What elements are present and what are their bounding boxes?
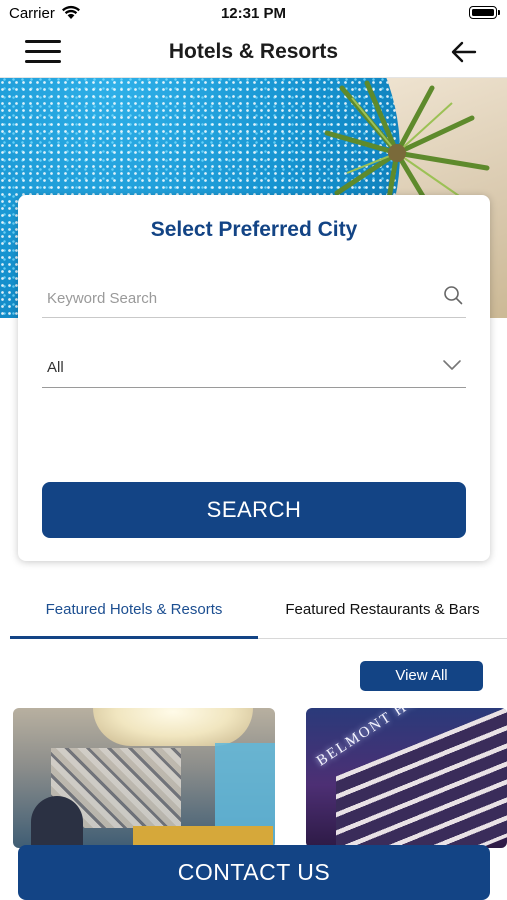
chandelier	[93, 708, 253, 746]
search-icon[interactable]	[443, 285, 463, 305]
featured-tabs: Featured Hotels & Resorts Featured Resta…	[0, 590, 507, 642]
tab-featured-hotels[interactable]: Featured Hotels & Resorts	[10, 590, 258, 638]
keyword-search-field	[42, 278, 466, 318]
search-card: Select Preferred City All SEARCH	[18, 195, 490, 561]
lobby-chair	[31, 796, 83, 848]
featured-hotel-card[interactable]	[13, 708, 275, 848]
chevron-down-icon	[442, 358, 462, 370]
view-all-button[interactable]: View All	[360, 661, 483, 691]
search-card-title: Select Preferred City	[150, 218, 358, 241]
arrow-left-icon[interactable]	[451, 40, 477, 64]
keyword-search-input[interactable]	[47, 287, 427, 309]
contact-us-button[interactable]: CONTACT US	[18, 845, 490, 900]
featured-hotel-card[interactable]: BELMONT HOTEL	[306, 708, 507, 848]
tab-featured-restaurants[interactable]: Featured Restaurants & Bars	[258, 590, 507, 638]
page-title: Hotels & Resorts	[168, 40, 339, 63]
navigation-bar: Hotels & Resorts	[0, 26, 507, 78]
status-time: 12:31 PM	[220, 5, 287, 22]
active-tab-indicator	[10, 636, 258, 639]
city-select-value: All	[47, 359, 64, 376]
battery-icon	[469, 6, 500, 19]
status-bar: Carrier 12:31 PM	[0, 0, 507, 26]
city-select[interactable]: All	[42, 348, 466, 388]
tab-divider	[258, 638, 507, 639]
search-button[interactable]: SEARCH	[42, 482, 466, 538]
